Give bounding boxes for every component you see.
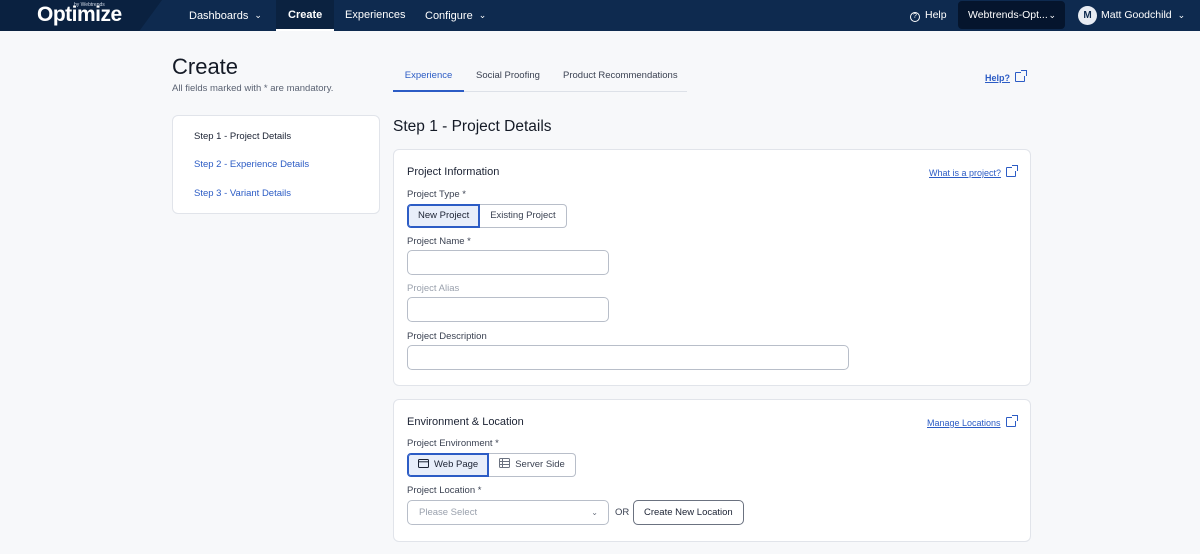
project-alias-input[interactable] bbox=[407, 297, 609, 322]
server-side-button[interactable]: Server Side bbox=[489, 453, 576, 477]
nav-configure-label: Configure bbox=[425, 10, 473, 22]
page-title: Create bbox=[172, 54, 239, 79]
nav-dashboards-label: Dashboards bbox=[189, 10, 249, 22]
steps-sidebar: Step 1 - Project Details Step 2 - Experi… bbox=[172, 115, 380, 214]
help-link[interactable]: Help? bbox=[985, 70, 1028, 83]
project-description-label: Project Description bbox=[407, 331, 487, 342]
manage-locations-label: Manage Locations bbox=[927, 418, 1001, 428]
web-page-label: Web Page bbox=[434, 459, 479, 470]
project-location-placeholder: Please Select bbox=[419, 507, 478, 518]
what-is-a-project-link[interactable]: What is a project? bbox=[929, 165, 1019, 178]
project-type-toggle: New Project Existing Project bbox=[407, 204, 567, 228]
help-link-label: Help? bbox=[985, 73, 1011, 83]
environment-location-card: Environment & Location Manage Locations … bbox=[393, 399, 1031, 542]
external-link-icon bbox=[1005, 415, 1018, 427]
logo-byline: by Webtrends bbox=[74, 2, 105, 8]
browser-window-icon bbox=[418, 455, 429, 477]
project-type-label: Project Type * bbox=[407, 189, 466, 200]
server-icon bbox=[499, 455, 511, 477]
create-tabs: Experience Social Proofing Product Recom… bbox=[393, 62, 687, 92]
project-name-input[interactable] bbox=[407, 250, 609, 275]
step-project-details[interactable]: Step 1 - Project Details bbox=[194, 131, 291, 142]
nav-experiences[interactable]: Experiences bbox=[345, 0, 406, 31]
what-is-a-project-label: What is a project? bbox=[929, 168, 1002, 178]
nav-create[interactable]: Create bbox=[276, 0, 335, 31]
tab-experience[interactable]: Experience bbox=[393, 62, 464, 92]
external-link-icon bbox=[1015, 70, 1028, 82]
project-location-label: Project Location * bbox=[407, 485, 482, 496]
mandatory-note: All fields marked with * are mandatory. bbox=[172, 83, 334, 94]
chevron-down-icon: ⌄ bbox=[591, 508, 598, 517]
top-nav-bar: Optimize by Webtrends Dashboards ⌄ Create… bbox=[0, 0, 1200, 31]
project-name-label: Project Name * bbox=[407, 236, 471, 247]
help-menu[interactable]: ? Help bbox=[910, 0, 947, 31]
project-environment-toggle: Web Page Server Side bbox=[407, 453, 576, 477]
create-new-location-button[interactable]: Create New Location bbox=[633, 500, 744, 525]
project-location-select[interactable]: Please Select ⌄ bbox=[407, 500, 609, 525]
nav-create-label: Create bbox=[288, 9, 323, 21]
external-link-icon bbox=[1006, 165, 1019, 177]
card-title: Project Information bbox=[407, 166, 500, 178]
chevron-down-icon: ⌄ bbox=[1048, 10, 1056, 20]
section-title: Step 1 - Project Details bbox=[393, 118, 552, 135]
user-name: Matt Goodchild bbox=[1101, 9, 1172, 21]
user-menu[interactable]: M Matt Goodchild ⌄ bbox=[1078, 0, 1185, 31]
chevron-down-icon: ⌄ bbox=[478, 10, 487, 20]
or-separator: OR bbox=[615, 507, 630, 518]
project-alias-label: Project Alias bbox=[407, 283, 460, 294]
logo-area[interactable]: Optimize by Webtrends bbox=[0, 0, 162, 31]
server-side-label: Server Side bbox=[515, 459, 565, 470]
step-experience-details[interactable]: Step 2 - Experience Details bbox=[194, 159, 309, 170]
tab-product-recommendations[interactable]: Product Recommendations bbox=[563, 62, 678, 92]
tab-social-proofing[interactable]: Social Proofing bbox=[476, 62, 540, 92]
manage-locations-link[interactable]: Manage Locations bbox=[927, 415, 1018, 428]
project-description-input[interactable] bbox=[407, 345, 849, 370]
step-variant-details[interactable]: Step 3 - Variant Details bbox=[194, 188, 291, 199]
chevron-down-icon: ⌄ bbox=[1177, 10, 1186, 20]
project-information-card: Project Information What is a project? P… bbox=[393, 149, 1031, 386]
account-name: Webtrends-Opt... bbox=[968, 9, 1048, 21]
chevron-down-icon: ⌄ bbox=[254, 10, 262, 20]
new-project-button[interactable]: New Project bbox=[407, 204, 481, 228]
question-circle-icon: ? bbox=[910, 12, 920, 22]
nav-dashboards[interactable]: Dashboards ⌄ bbox=[189, 0, 262, 31]
avatar: M bbox=[1078, 6, 1097, 25]
web-page-button[interactable]: Web Page bbox=[407, 453, 490, 477]
existing-project-button[interactable]: Existing Project bbox=[480, 204, 567, 228]
account-selector[interactable]: Webtrends-Opt... ⌄ bbox=[958, 1, 1065, 29]
card-title: Environment & Location bbox=[407, 416, 524, 428]
help-label: Help bbox=[925, 9, 947, 21]
nav-configure[interactable]: Configure ⌄ bbox=[425, 0, 486, 31]
nav-experiences-label: Experiences bbox=[345, 9, 406, 21]
project-environment-label: Project Environment * bbox=[407, 438, 499, 449]
